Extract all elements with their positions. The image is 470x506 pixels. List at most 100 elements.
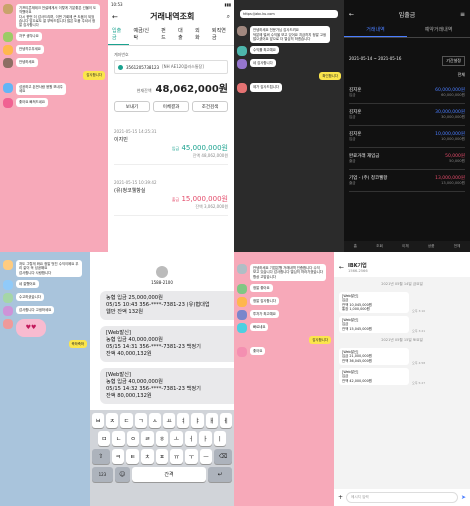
list-item[interactable]: 김지훈 입금 30,000,000원 30,000,000원 (349, 104, 465, 126)
list-item[interactable]: 기업 - (주) 청코웰항 출금 13,000,000원 13,000,000원 (349, 170, 465, 192)
tx-desc: 이지민 (114, 137, 128, 143)
key[interactable]: ㄹ (141, 431, 154, 446)
avatar (237, 264, 247, 274)
key[interactable]: ㅛ (163, 413, 176, 428)
tx-kind: 출금 (349, 159, 356, 163)
chat-message: 정말 감사합니다 (250, 296, 279, 306)
plus-icon[interactable]: + (338, 494, 343, 501)
avatar (3, 279, 13, 290)
chat-message: 안녕하세요 기업은행 거래내역 인증합니다 수익 보고 있습니다 감사합니다 열… (250, 264, 326, 281)
key[interactable]: ㅕ (177, 413, 190, 428)
key[interactable]: ㅏ (199, 431, 212, 446)
return-icon[interactable]: ↵ (208, 467, 232, 482)
transfer-result-button[interactable]: 이체결과 (153, 101, 189, 112)
key[interactable]: ㅓ (184, 431, 198, 446)
key[interactable]: ㅁ (98, 431, 111, 446)
send-icon[interactable]: ➤ (461, 494, 466, 501)
tx-after: 50,000원 (449, 159, 465, 163)
account-label: 계좌번호 (114, 52, 129, 57)
key[interactable]: ㅣ (213, 431, 226, 446)
key[interactable]: ㅌ (126, 449, 140, 464)
tab-forex[interactable]: 외화 (191, 24, 208, 45)
key[interactable]: ㅅ (148, 413, 162, 428)
chat-message: 확인합니다 (319, 72, 341, 81)
tx-desc: (유)청코웰항실 (114, 188, 146, 194)
key[interactable]: ㅑ (191, 413, 204, 428)
key[interactable]: ㅎ (155, 431, 169, 446)
list-item[interactable]: 김지훈 입금 10,000,000원 10,000,000원 (349, 126, 465, 148)
key[interactable]: ㅐ (205, 413, 218, 428)
key[interactable]: ㄷ (120, 413, 133, 428)
url-bar[interactable]: https://abc.ku.com (240, 10, 338, 19)
key[interactable]: ㅋ (111, 449, 125, 464)
key[interactable]: ㅇ (126, 431, 140, 446)
menu-icon[interactable]: ≡ (460, 11, 465, 18)
chat-panel-5: 저도 그렇게 봐요 정말 멋진 수익이에요 우리 같이 꼭 성공해요 감사합니다… (0, 252, 90, 506)
key[interactable]: ㅈ (106, 413, 119, 428)
tab-pension[interactable]: 퇴직연금 (208, 24, 234, 45)
back-icon[interactable]: ← (112, 13, 118, 21)
list-item[interactable]: 완료거래 재입금 출금 50,000원 50,000원 (349, 148, 465, 170)
account-number: 3561205738123 (126, 64, 160, 70)
nav-inquiry[interactable]: 조회 (376, 244, 383, 249)
transaction-row[interactable]: 2021-05-15 10:39:42 (유)청코웰항실 출금 15,000,0… (114, 175, 228, 216)
collage: 기프티콘재테크 전설에게서 이렇게 기분좋은 선물이 도착했어요 다시 한번 더… (0, 0, 470, 506)
chat-message: 좋아요 빠져드네요 (16, 98, 49, 107)
back-icon[interactable]: ← (349, 11, 354, 18)
key[interactable]: ㅊ (141, 449, 154, 464)
emoji-icon[interactable]: ☺ (114, 467, 130, 482)
chat-panel-3: https://abc.ku.com 안녕하세요 전문가님 감사드려요 덕분에 … (234, 0, 344, 252)
key[interactable]: ㅔ (219, 413, 233, 428)
search-icon[interactable]: ⌕ (227, 13, 230, 21)
avatar (237, 309, 247, 320)
message-input[interactable]: 메시지 입력 (346, 492, 458, 503)
tab-reserved[interactable]: 예약거래내역 (407, 23, 470, 37)
numbers-key[interactable]: 123 (92, 467, 113, 482)
sms-panel: 1588-2100 농협 입금 25,000,000원 05/15 10:43 … (90, 252, 234, 506)
sticker: ♥♥ (16, 318, 46, 337)
chat-message: 감사합니다 고생하세요 (16, 305, 55, 315)
back-icon[interactable]: ← (339, 264, 344, 271)
nav-all[interactable]: 전체 (454, 244, 461, 249)
avatar (237, 26, 247, 37)
avatar (3, 32, 13, 43)
page-title: 입출금 (398, 12, 416, 19)
filter-button[interactable]: 기간설정 (442, 56, 465, 66)
key[interactable]: ㅜ (185, 449, 198, 464)
search-condition-button[interactable]: 조건검색 (192, 101, 228, 112)
key[interactable]: ㄴ (112, 431, 125, 446)
chat-message: 빠르네요 (250, 322, 269, 332)
sms-message: [Web발신] 농협 입금 40,000,000원 05/15 14:31 35… (100, 326, 234, 362)
message-time: 오후 3:21 (412, 329, 426, 334)
avatar (3, 260, 13, 270)
list-item[interactable]: 김지훈 입금 60,000,000원 60,000,000원 (349, 82, 465, 104)
key[interactable]: ㅂ (92, 413, 105, 428)
nav-products[interactable]: 상품 (428, 244, 435, 249)
chat-message: 축하축하 (68, 339, 87, 349)
avatar (3, 58, 13, 69)
key[interactable]: ㅗ (170, 431, 183, 446)
key[interactable]: ㅠ (170, 449, 183, 464)
space-key[interactable]: 간격 (131, 467, 207, 482)
chat-message: 감사합니다 (309, 335, 331, 345)
balance-label: 현재잔액 (136, 88, 152, 93)
shift-icon[interactable]: ⇧ (92, 449, 110, 464)
chat-message: 제가 감사드립니다 (250, 83, 283, 92)
tab-deposit[interactable]: 입출금 (108, 24, 130, 45)
tab-history[interactable]: 거래내역 (344, 23, 407, 37)
backspace-icon[interactable]: ⌫ (214, 449, 233, 464)
nav-home[interactable]: 홈 (354, 244, 357, 249)
account-selector[interactable]: 3561205738123 [NH AE120플러스통장] (114, 60, 228, 74)
key[interactable]: ㅡ (199, 449, 213, 464)
tab-loan[interactable]: 대출 (174, 24, 191, 45)
key[interactable]: ㄱ (134, 413, 147, 428)
nav-transfer[interactable]: 이체 (402, 244, 409, 249)
tab-savings[interactable]: 예금/신탁 (129, 24, 157, 45)
filter-all[interactable]: 전체 (344, 68, 470, 82)
send-button[interactable]: 보내기 (114, 101, 150, 112)
transaction-row[interactable]: 2021-05-15 14:25:31 이지민 입금 45,000,000원 잔… (114, 124, 228, 165)
tx-after: 10,000,000원 (441, 137, 465, 141)
tab-fund[interactable]: 펀드 (157, 24, 174, 45)
key[interactable]: ㅍ (155, 449, 169, 464)
avatar (237, 46, 247, 57)
